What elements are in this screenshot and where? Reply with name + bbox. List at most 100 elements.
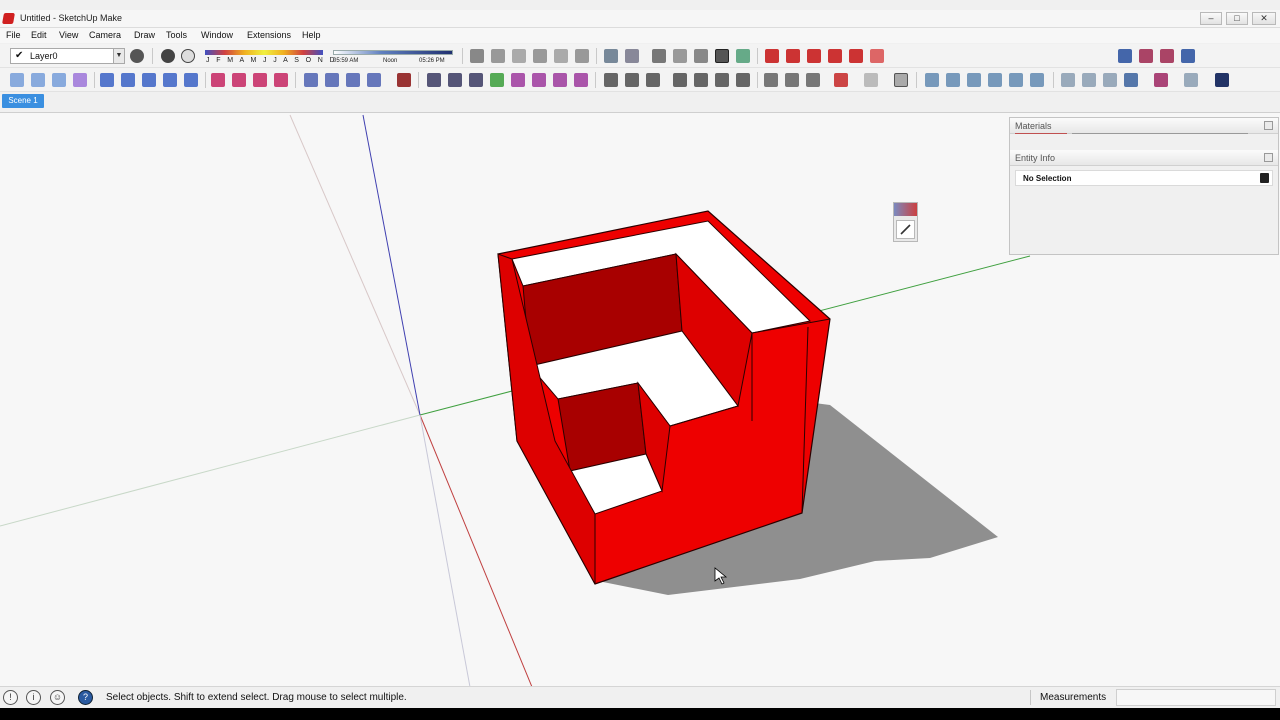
floating-toolbar-header[interactable] <box>894 203 917 216</box>
solid-union-icon[interactable] <box>764 73 778 87</box>
soften-edges-icon[interactable] <box>1030 73 1044 87</box>
flip-edge-icon[interactable] <box>736 73 750 87</box>
menu-file[interactable]: File <box>6 30 21 40</box>
menu-help[interactable]: Help <box>302 30 321 40</box>
select-icon[interactable] <box>10 73 24 87</box>
make-component-icon[interactable] <box>397 73 411 87</box>
entity-type-icon[interactable] <box>1260 173 1269 183</box>
sandbox-from-contours-icon[interactable] <box>604 73 618 87</box>
share-model-icon[interactable] <box>864 73 878 87</box>
eraser-icon[interactable] <box>211 73 225 87</box>
left-view-icon[interactable] <box>575 49 589 63</box>
materials-icon[interactable] <box>1103 73 1117 87</box>
geo-location-icon[interactable]: ! <box>3 690 18 705</box>
front-view-icon[interactable] <box>512 49 526 63</box>
sandbox-from-scratch-icon[interactable] <box>625 73 639 87</box>
pan-icon[interactable] <box>448 73 462 87</box>
pin-icon[interactable] <box>1264 121 1273 130</box>
previous-view-icon[interactable] <box>532 73 546 87</box>
section-icon[interactable] <box>367 73 381 87</box>
circle-icon[interactable] <box>184 73 198 87</box>
top-view-icon[interactable] <box>491 49 505 63</box>
close-icon[interactable]: ✕ <box>1252 12 1276 25</box>
help-icon[interactable]: ? <box>78 690 93 705</box>
chevron-down-icon[interactable]: ▼ <box>113 49 124 63</box>
xray-icon[interactable] <box>604 49 618 63</box>
display-section-planes-icon[interactable] <box>1139 49 1153 63</box>
rotate-icon[interactable] <box>807 49 821 63</box>
look-around-icon[interactable] <box>574 73 588 87</box>
right-view-icon[interactable] <box>533 49 547 63</box>
shadow-date-slider[interactable]: J F M A M J J A S O N D <box>205 48 335 66</box>
3d-text-icon[interactable] <box>346 73 360 87</box>
monochrome-icon[interactable] <box>736 49 750 63</box>
pin-icon[interactable] <box>1264 153 1273 162</box>
measurements-input[interactable] <box>1116 689 1276 706</box>
orbit-icon[interactable] <box>427 73 441 87</box>
shadow-time-slider[interactable]: 05:59 AM Noon 05:26 PM <box>333 48 453 66</box>
wireframe-icon[interactable] <box>652 49 666 63</box>
text-icon[interactable] <box>304 73 318 87</box>
menu-tools[interactable]: Tools <box>166 30 187 40</box>
outliner-icon[interactable] <box>925 73 939 87</box>
drape-icon[interactable] <box>694 73 708 87</box>
offset-icon[interactable] <box>870 49 884 63</box>
menu-camera[interactable]: Camera <box>89 30 121 40</box>
fog-toggle-icon[interactable] <box>181 49 195 63</box>
layers-icon[interactable] <box>1124 73 1138 87</box>
maximize-icon[interactable]: □ <box>1226 12 1248 25</box>
back-view-icon[interactable] <box>554 49 568 63</box>
scenes-icon[interactable] <box>967 73 981 87</box>
solid-subtract-icon[interactable] <box>785 73 799 87</box>
dimension-icon[interactable] <box>253 73 267 87</box>
menu-edit[interactable]: Edit <box>31 30 47 40</box>
zoom-window-icon[interactable] <box>490 73 504 87</box>
section-fill-icon[interactable] <box>1181 49 1195 63</box>
shaded-icon[interactable] <box>694 49 708 63</box>
section-plane-icon[interactable] <box>1118 49 1132 63</box>
minimize-icon[interactable]: – <box>1200 12 1222 25</box>
materials-panel-header[interactable]: Materials <box>1010 118 1278 134</box>
hidden-line-icon[interactable] <box>673 49 687 63</box>
paint-bucket-icon[interactable] <box>73 73 87 87</box>
select-lasso-icon[interactable] <box>52 73 66 87</box>
display-section-cuts-icon[interactable] <box>1160 49 1174 63</box>
add-detail-icon[interactable] <box>715 73 729 87</box>
layer-dropdown[interactable]: ✔ Layer0 ▼ <box>10 48 125 64</box>
line-icon[interactable] <box>100 73 114 87</box>
back-edges-icon[interactable] <box>625 49 639 63</box>
user-icon[interactable]: ☺ <box>50 690 65 705</box>
smoove-icon[interactable] <box>646 73 660 87</box>
styles-icon[interactable] <box>946 73 960 87</box>
stamp-icon[interactable] <box>673 73 687 87</box>
rectangle-icon[interactable] <box>163 73 177 87</box>
move-icon[interactable] <box>765 49 779 63</box>
arc-icon[interactable] <box>121 73 135 87</box>
protractor-icon[interactable] <box>274 73 288 87</box>
freehand-icon[interactable] <box>142 73 156 87</box>
scene-tab-1[interactable]: Scene 1 <box>2 94 44 108</box>
iso-view-icon[interactable] <box>470 49 484 63</box>
instructor-icon[interactable] <box>1061 73 1075 87</box>
pencil-icon[interactable] <box>896 220 915 239</box>
lasso-icon[interactable] <box>31 73 45 87</box>
position-camera-icon[interactable] <box>553 73 567 87</box>
menu-draw[interactable]: Draw <box>134 30 155 40</box>
default-tray-icon[interactable] <box>1215 73 1229 87</box>
entity-info-panel-header[interactable]: Entity Info <box>1010 150 1278 166</box>
credits-icon[interactable]: i <box>26 690 41 705</box>
axes-icon[interactable] <box>325 73 339 87</box>
zoom-icon[interactable] <box>469 73 483 87</box>
entity-info-icon[interactable] <box>1184 73 1198 87</box>
extension-warehouse-icon[interactable] <box>894 73 908 87</box>
shadows-toggle-icon[interactable] <box>161 49 175 63</box>
shadows-icon[interactable] <box>1154 73 1168 87</box>
push-pull-icon[interactable] <box>786 49 800 63</box>
fog-icon[interactable] <box>988 73 1002 87</box>
layer-manager-icon[interactable] <box>130 49 144 63</box>
match-photo-icon[interactable] <box>1009 73 1023 87</box>
menu-extensions[interactable]: Extensions <box>247 30 291 40</box>
menu-window[interactable]: Window <box>201 30 233 40</box>
components-icon[interactable] <box>1082 73 1096 87</box>
menu-view[interactable]: View <box>59 30 78 40</box>
